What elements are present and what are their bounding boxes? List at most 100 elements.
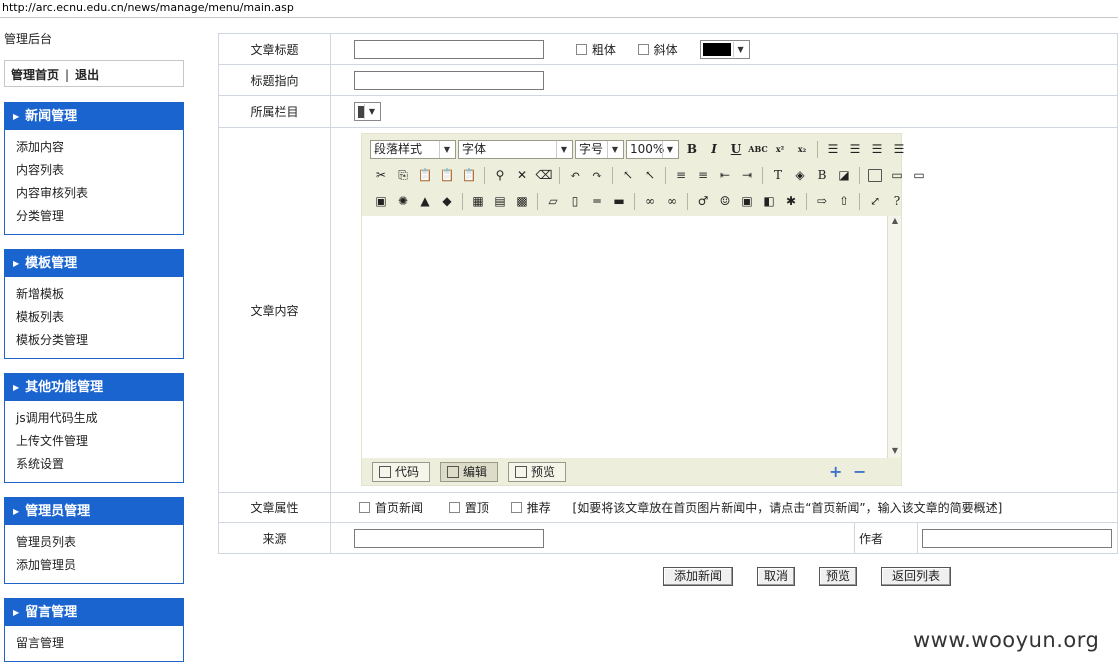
mode-preview-button[interactable]: 预览	[508, 462, 567, 482]
background-color-icon[interactable]: ◈	[790, 165, 810, 185]
emoticon-icon[interactable]: ☺	[715, 191, 735, 211]
text-color-icon[interactable]: T	[768, 165, 788, 185]
subscript-button[interactable]: x₂	[792, 139, 812, 159]
paragraph-style-select[interactable]: 段落样式 ▼	[370, 139, 456, 159]
copy-icon[interactable]: ⎘	[393, 165, 413, 185]
menu-header-news[interactable]: ▶ 新闻管理	[5, 103, 183, 130]
menu-item-upload-files[interactable]: 上传文件管理	[16, 430, 183, 453]
insert-table-icon[interactable]: ▦	[468, 191, 488, 211]
insert-image-icon[interactable]: ▣	[371, 191, 391, 211]
author-input[interactable]	[922, 528, 1112, 548]
select-icon[interactable]: ↖	[618, 165, 638, 185]
logout-link[interactable]: 退出	[75, 68, 99, 82]
insert-flash-icon[interactable]: ✺	[393, 191, 413, 211]
highlight-icon[interactable]: B	[812, 165, 832, 185]
menu-item-settings[interactable]: 系统设置	[16, 453, 183, 476]
editor-scrollbar[interactable]: ▲ ▼	[887, 216, 901, 458]
layer-icon[interactable]: ▭	[887, 165, 907, 185]
font-size-select[interactable]: 字号 ▼	[575, 139, 624, 159]
menu-item-add-admin[interactable]: 添加管理员	[16, 554, 183, 577]
clear-format-icon[interactable]: ◪	[834, 165, 854, 185]
fullscreen-icon[interactable]: ⤢	[865, 191, 885, 211]
undo-icon[interactable]: ↶	[565, 165, 585, 185]
title-input[interactable]	[354, 39, 544, 59]
insert-field-icon[interactable]: ▬	[609, 191, 629, 211]
mode-code-button[interactable]: 代码	[372, 462, 431, 482]
strikethrough-button[interactable]: ABC	[748, 139, 768, 159]
menu-item-template-category[interactable]: 模板分类管理	[16, 329, 183, 352]
box-icon[interactable]	[865, 165, 885, 185]
insert-frame-icon[interactable]: ▩	[512, 191, 532, 211]
home-link[interactable]: 管理首页	[11, 68, 59, 82]
top-checkbox[interactable]	[448, 502, 460, 513]
link-icon[interactable]: ∞	[640, 191, 660, 211]
unordered-list-icon[interactable]: ≡	[693, 165, 713, 185]
recommend-checkbox[interactable]	[510, 502, 522, 513]
scroll-up-icon[interactable]: ▲	[888, 216, 902, 228]
zoom-in-icon[interactable]: +	[829, 463, 842, 481]
menu-item-js-code[interactable]: js调用代码生成	[16, 407, 183, 430]
menu-header-template[interactable]: ▶ 模板管理	[5, 250, 183, 277]
cut-icon[interactable]: ✂	[371, 165, 391, 185]
delete-icon[interactable]: ✕	[512, 165, 532, 185]
zoom-out-icon[interactable]: −	[853, 463, 866, 481]
bold-button[interactable]: B	[682, 139, 702, 159]
insert-marquee-icon[interactable]: ▱	[543, 191, 563, 211]
remote-upload-icon[interactable]: ⇧	[834, 191, 854, 211]
align-right-icon[interactable]: ☰	[867, 139, 887, 159]
help-icon[interactable]: ?	[887, 191, 907, 211]
insert-page-icon[interactable]: ▯	[565, 191, 585, 211]
bug-icon[interactable]: ✱	[781, 191, 801, 211]
menu-item-category[interactable]: 分类管理	[16, 205, 183, 228]
paste-word-icon[interactable]: 📋	[459, 165, 479, 185]
paste-icon[interactable]: 📋	[415, 165, 435, 185]
menu-header-admin[interactable]: ▶ 管理员管理	[5, 498, 183, 525]
bold-checkbox[interactable]	[575, 43, 587, 55]
menu-item-message[interactable]: 留言管理	[16, 632, 183, 655]
find-icon[interactable]: ⚲	[490, 165, 510, 185]
italic-checkbox[interactable]	[637, 43, 649, 55]
redo-icon[interactable]: ↷	[587, 165, 607, 185]
insert-media-icon[interactable]: ▲	[415, 191, 435, 211]
underline-button[interactable]: U	[726, 139, 746, 159]
title-color-select[interactable]: ▼	[699, 39, 750, 59]
source-input[interactable]	[354, 528, 544, 548]
menu-item-admin-list[interactable]: 管理员列表	[16, 531, 183, 554]
zoom-select[interactable]: 100% ▼	[626, 139, 679, 159]
ordered-list-icon[interactable]: ≡	[671, 165, 691, 185]
anchor-icon[interactable]: ♂	[693, 191, 713, 211]
menu-header-other[interactable]: ▶ 其他功能管理	[5, 374, 183, 401]
address-bar[interactable]: http://arc.ecnu.edu.cn/news/manage/menu/…	[0, 0, 1118, 18]
align-left-icon[interactable]: ☰	[823, 139, 843, 159]
back-to-list-button[interactable]: 返回列表	[881, 567, 952, 586]
home-news-checkbox[interactable]	[359, 502, 370, 513]
align-justify-icon[interactable]: ☰	[889, 139, 909, 159]
italic-button[interactable]: I	[704, 139, 724, 159]
font-select[interactable]: 字体 ▼	[458, 139, 573, 159]
scroll-down-icon[interactable]: ▼	[888, 446, 902, 458]
unlink-icon[interactable]: ∞	[662, 191, 682, 211]
paste-text-icon[interactable]: 📋	[437, 165, 457, 185]
select-all-icon[interactable]: ↖	[640, 165, 660, 185]
menu-item-add-content[interactable]: 添加内容	[16, 136, 183, 159]
insert-form-icon[interactable]: ▤	[490, 191, 510, 211]
special-char-icon[interactable]: ▣	[737, 191, 757, 211]
eraser-icon[interactable]: ⌫	[534, 165, 554, 185]
import-icon[interactable]: ⇨	[812, 191, 832, 211]
cancel-button[interactable]: 取消	[757, 567, 796, 586]
insert-hr-icon[interactable]: ═	[587, 191, 607, 211]
editor-content-area[interactable]	[362, 216, 896, 458]
menu-item-new-template[interactable]: 新增模板	[16, 283, 183, 306]
layers-icon[interactable]: ▭	[909, 165, 929, 185]
add-news-button[interactable]: 添加新闻	[663, 567, 734, 586]
mode-edit-button[interactable]: 编辑	[440, 462, 499, 482]
align-center-icon[interactable]: ☰	[845, 139, 865, 159]
indent-icon[interactable]: ⇥	[737, 165, 757, 185]
insert-file-icon[interactable]: ◆	[437, 191, 457, 211]
date-icon[interactable]: ◧	[759, 191, 779, 211]
preview-button[interactable]: 预览	[819, 567, 858, 586]
superscript-button[interactable]: x²	[770, 139, 790, 159]
menu-item-content-list[interactable]: 内容列表	[16, 159, 183, 182]
menu-item-review-list[interactable]: 内容审核列表	[16, 182, 183, 205]
category-select[interactable]: ▼	[354, 102, 381, 121]
